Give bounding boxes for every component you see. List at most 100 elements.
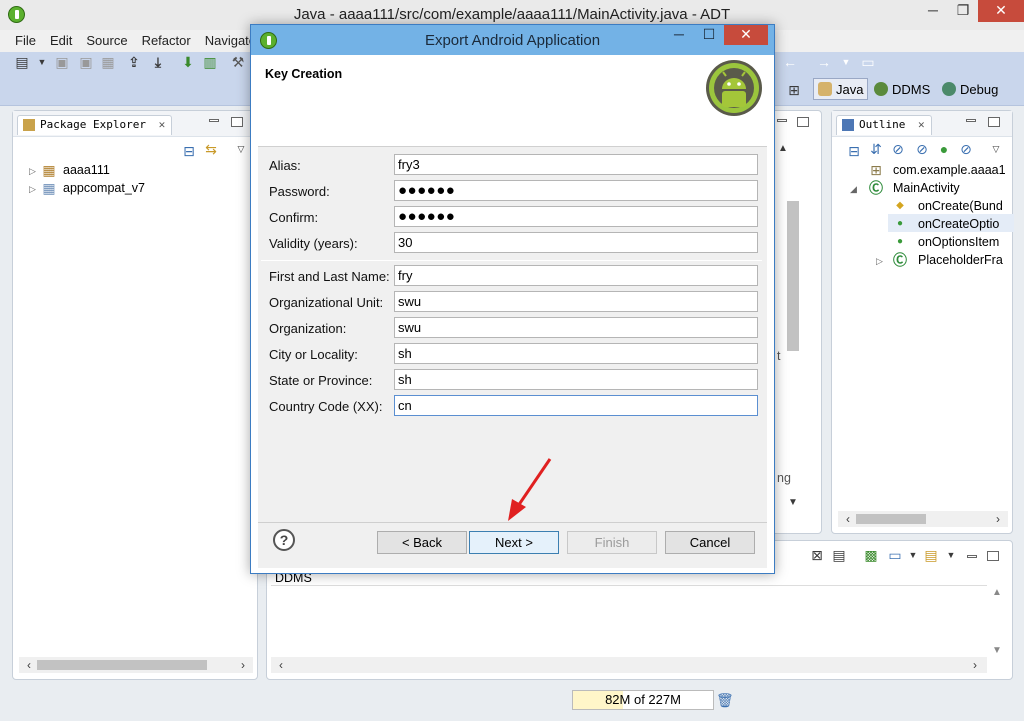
hscroll-thumb[interactable] xyxy=(856,514,926,524)
state-input[interactable] xyxy=(394,369,758,390)
chevron-down-icon[interactable]: ▼ xyxy=(943,547,959,563)
expand-arrow-icon[interactable]: ▷ xyxy=(29,184,36,195)
outline-item-package[interactable]: com.example.aaaa1 xyxy=(893,163,1006,177)
scroll-lock-icon[interactable]: ▤ xyxy=(831,547,847,563)
save-icon[interactable]: ▣ xyxy=(54,54,70,70)
maximize-view-icon[interactable] xyxy=(797,117,809,127)
collapse-arrow-icon[interactable]: ◢ xyxy=(850,184,857,195)
chevron-down-icon[interactable]: ▼ xyxy=(905,547,921,563)
print-icon[interactable]: ▦ xyxy=(100,54,116,70)
chevron-down-icon[interactable]: ▽ xyxy=(233,141,249,157)
expand-arrow-icon[interactable]: ▷ xyxy=(876,256,883,267)
scroll-left-icon[interactable]: ‹ xyxy=(840,511,856,527)
hide-fields-icon[interactable]: ⊘ xyxy=(890,141,906,157)
minimize-button[interactable]: ─ xyxy=(664,25,694,45)
display-console-icon[interactable]: ▭ xyxy=(887,547,903,563)
scroll-left-icon[interactable]: ‹ xyxy=(21,657,37,673)
outline-hscroll[interactable]: ‹ › xyxy=(838,511,1008,527)
hide-local-types-icon[interactable]: ⊘ xyxy=(958,141,974,157)
scroll-right-icon[interactable]: › xyxy=(235,657,251,673)
hide-static-icon[interactable]: ⊘ xyxy=(914,141,930,157)
perspective-ddms[interactable]: DDMS xyxy=(870,78,934,100)
back-button[interactable]: < Back xyxy=(377,531,467,554)
outline-item-method[interactable]: onCreate(Bund xyxy=(918,199,1003,213)
collapse-all-icon[interactable]: ⊟ xyxy=(181,143,197,159)
collapse-all-icon[interactable]: ⊟ xyxy=(846,143,862,159)
org-unit-input[interactable] xyxy=(394,291,758,312)
close-tab-icon[interactable]: ✕ xyxy=(159,118,166,131)
scroll-right-icon[interactable]: › xyxy=(990,511,1006,527)
password-input[interactable] xyxy=(394,180,758,201)
sort-icon[interactable]: ⇵ xyxy=(868,141,884,157)
tool-icon[interactable]: ⚒ xyxy=(230,54,246,70)
heap-status[interactable]: 82M of 227M xyxy=(572,690,714,710)
minimize-view-icon[interactable] xyxy=(966,119,976,122)
download-icon[interactable]: ⤓ xyxy=(150,54,166,70)
tree-item-appcompat[interactable]: appcompat_v7 xyxy=(63,181,145,195)
city-input[interactable] xyxy=(394,343,758,364)
clear-console-icon[interactable]: ⊠ xyxy=(809,547,825,563)
tab-outline[interactable]: Outline ✕ xyxy=(836,115,932,135)
minimize-view-icon[interactable] xyxy=(209,119,219,122)
chevron-up-icon[interactable]: ▲ xyxy=(989,585,1005,601)
open-console-icon[interactable]: ▤ xyxy=(923,547,939,563)
confirm-input[interactable] xyxy=(394,206,758,227)
link-editor-icon[interactable]: ⇆ xyxy=(203,141,219,157)
finish-button[interactable]: Finish xyxy=(567,531,657,554)
avd-manager-icon[interactable]: ▥ xyxy=(202,54,218,70)
upload-icon[interactable]: ⇪ xyxy=(126,54,142,70)
chevron-up-icon[interactable]: ▲ xyxy=(775,141,791,157)
maximize-view-icon[interactable] xyxy=(988,117,1000,127)
outline-item-method[interactable]: onOptionsItem xyxy=(918,235,999,249)
forward-nav-icon[interactable]: → xyxy=(816,54,832,70)
minimize-view-icon[interactable] xyxy=(967,555,977,558)
maximize-button[interactable]: ☐ xyxy=(694,25,724,45)
tab-package-explorer[interactable]: Package Explorer ✕ xyxy=(17,115,173,135)
console-hscroll[interactable]: ‹ › xyxy=(271,657,987,673)
next-button[interactable]: Next > xyxy=(469,531,559,554)
chevron-down-icon[interactable]: ▼ xyxy=(989,643,1005,659)
maximize-view-icon[interactable] xyxy=(231,117,243,127)
open-perspective-icon[interactable]: ⊞ xyxy=(786,82,802,98)
garbage-collect-icon[interactable]: 🗑 xyxy=(716,692,734,708)
outline-item-class[interactable]: PlaceholderFra xyxy=(918,253,1003,267)
outline-item-method[interactable]: onCreateOptio xyxy=(918,217,999,231)
minimize-view-icon[interactable] xyxy=(777,119,787,122)
outline-item-class[interactable]: MainActivity xyxy=(893,181,960,195)
organization-input[interactable] xyxy=(394,317,758,338)
maximize-button[interactable]: ❐ xyxy=(948,0,978,22)
editor-vscroll-thumb[interactable] xyxy=(787,201,799,351)
back-nav-icon[interactable]: ← xyxy=(782,54,798,70)
country-input[interactable] xyxy=(394,395,758,416)
minimize-button[interactable]: ─ xyxy=(918,0,948,22)
chevron-down-icon[interactable]: ▽ xyxy=(988,141,1004,157)
name-input[interactable] xyxy=(394,265,758,286)
expand-arrow-icon[interactable]: ▷ xyxy=(29,166,36,177)
validity-input[interactable] xyxy=(394,232,758,253)
chevron-down-icon[interactable]: ▼ xyxy=(34,54,50,70)
alias-input[interactable] xyxy=(394,154,758,175)
help-icon[interactable]: ? xyxy=(273,529,295,551)
pin-console-icon[interactable]: ▩ xyxy=(863,547,879,563)
close-button[interactable]: ✕ xyxy=(978,0,1024,22)
menu-file[interactable]: File xyxy=(8,30,43,52)
scroll-right-icon[interactable]: › xyxy=(967,657,983,673)
cancel-button[interactable]: Cancel xyxy=(665,531,755,554)
new-icon[interactable]: ▤ xyxy=(14,54,30,70)
hscroll-thumb[interactable] xyxy=(37,660,207,670)
package-explorer-hscroll[interactable]: ‹ › xyxy=(19,657,253,673)
chevron-down-icon[interactable]: ▼ xyxy=(838,54,854,70)
chevron-down-icon[interactable]: ▼ xyxy=(785,495,801,511)
pin-icon[interactable]: ▭ xyxy=(860,54,876,70)
menu-source[interactable]: Source xyxy=(79,30,134,52)
close-button[interactable]: ✕ xyxy=(724,25,768,45)
perspective-java[interactable]: Java xyxy=(813,78,869,100)
sdk-manager-icon[interactable]: ⬇ xyxy=(180,54,196,70)
tree-item-aaaa111[interactable]: aaaa111 xyxy=(63,163,110,177)
menu-refactor[interactable]: Refactor xyxy=(135,30,198,52)
close-tab-icon[interactable]: ✕ xyxy=(918,118,925,131)
hide-nonpublic-icon[interactable]: ● xyxy=(936,141,952,157)
scroll-left-icon[interactable]: ‹ xyxy=(273,657,289,673)
menu-edit[interactable]: Edit xyxy=(43,30,79,52)
maximize-view-icon[interactable] xyxy=(987,551,999,561)
